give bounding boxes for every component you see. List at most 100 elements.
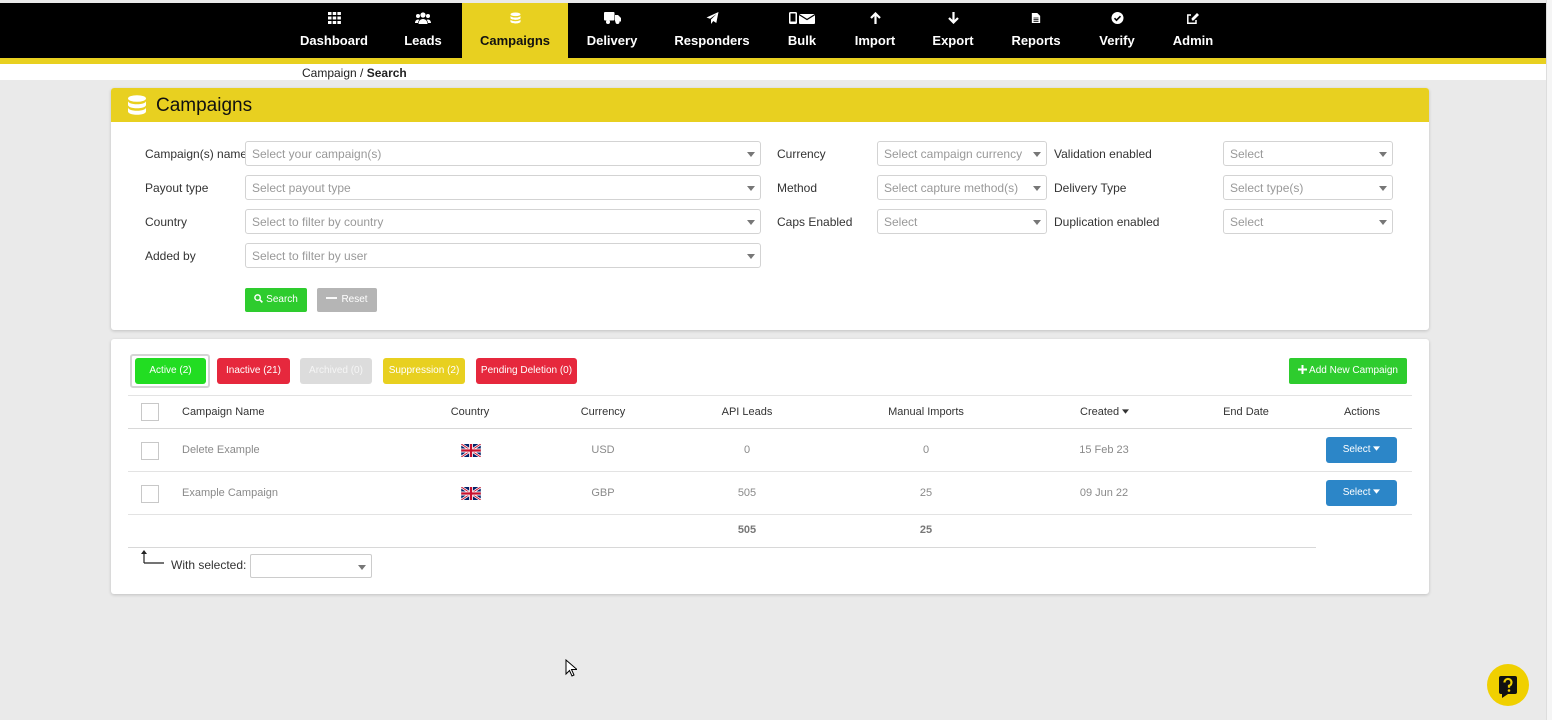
users-icon xyxy=(393,12,453,24)
payout-type-select[interactable]: Select payout type xyxy=(245,175,761,200)
delivery-type-label: Delivery Type xyxy=(1054,181,1127,195)
nav-dashboard[interactable]: Dashboard xyxy=(294,3,374,58)
caret-down-icon xyxy=(1373,446,1381,451)
nav-admin[interactable]: Admin xyxy=(1166,3,1220,58)
nav-label: Campaigns xyxy=(479,33,551,48)
chevron-down-icon xyxy=(747,220,755,225)
tab-active[interactable]: Active (2) xyxy=(135,358,206,384)
chevron-down-icon xyxy=(747,186,755,191)
api-leads-cell: 0 xyxy=(743,444,751,456)
header-country[interactable]: Country xyxy=(430,406,510,418)
placeholder: Select campaign currency xyxy=(884,147,1023,161)
panel-header: Campaigns xyxy=(111,88,1429,122)
country-select[interactable]: Select to filter by country xyxy=(245,209,761,234)
duplication-enabled-select[interactable]: Select xyxy=(1223,209,1393,234)
campaign-name-label: Campaign(s) name xyxy=(145,147,248,161)
page-scrollbar[interactable] xyxy=(1546,0,1552,720)
placeholder: Select xyxy=(1230,215,1264,229)
chevron-down-icon xyxy=(1379,220,1387,225)
truck-icon xyxy=(580,12,644,24)
tab-inactive[interactable]: Inactive (21) xyxy=(217,358,290,384)
arrow-up-icon xyxy=(850,11,900,24)
search-button[interactable]: Search xyxy=(245,288,307,312)
validation-enabled-label: Validation enabled xyxy=(1054,147,1152,161)
chevron-down-icon xyxy=(358,565,366,570)
header-api-leads[interactable]: API Leads xyxy=(707,406,787,418)
caps-enabled-label: Caps Enabled xyxy=(777,215,853,229)
header-campaign-name[interactable]: Campaign Name xyxy=(182,406,265,418)
add-new-campaign-button[interactable]: Add New Campaign xyxy=(1289,358,1407,384)
mobile-envelope-icon xyxy=(780,12,824,24)
header-created[interactable]: Created xyxy=(1080,406,1130,418)
row-checkbox[interactable] xyxy=(141,485,159,503)
help-chat-button[interactable] xyxy=(1487,664,1529,706)
chevron-down-icon xyxy=(1033,186,1041,191)
row-actions-label: Select xyxy=(1342,444,1371,455)
arrow-down-icon xyxy=(928,12,978,25)
nav-import[interactable]: Import xyxy=(850,3,900,58)
row-actions-select-button[interactable]: Select xyxy=(1326,480,1397,506)
manual-imports-cell: 25 xyxy=(919,487,933,499)
placeholder: Select payout type xyxy=(252,181,351,195)
uk-flag-icon xyxy=(461,487,481,500)
currency-cell: GBP xyxy=(591,487,615,499)
header-created-label: Created xyxy=(1080,406,1120,418)
breadcrumb-current: Search xyxy=(366,66,407,80)
campaign-name-cell[interactable]: Delete Example xyxy=(182,444,260,456)
tab-pending-deletion[interactable]: Pending Deletion (0) xyxy=(476,358,577,384)
currency-cell: USD xyxy=(591,444,615,456)
breadcrumb: Campaign / Search xyxy=(302,66,407,80)
nav-campaigns[interactable]: Campaigns xyxy=(462,3,568,58)
paper-plane-icon xyxy=(670,12,754,24)
help-icon xyxy=(1499,676,1517,698)
with-selected-select[interactable] xyxy=(250,554,372,578)
row-checkbox[interactable] xyxy=(141,442,159,460)
currency-select[interactable]: Select campaign currency xyxy=(877,141,1047,166)
header-manual-imports[interactable]: Manual Imports xyxy=(876,406,976,418)
caps-enabled-select[interactable]: Select xyxy=(877,209,1047,234)
tab-suppression[interactable]: Suppression (2) xyxy=(383,358,465,384)
nav-delivery[interactable]: Delivery xyxy=(580,3,644,58)
total-manual-imports: 25 xyxy=(919,524,933,536)
uk-flag-icon xyxy=(461,444,481,457)
divider xyxy=(128,395,1412,396)
page-title: Campaigns xyxy=(156,95,253,116)
chevron-down-icon xyxy=(1379,152,1387,157)
nav-responders[interactable]: Responders xyxy=(670,3,754,58)
country-label: Country xyxy=(145,215,188,229)
delivery-type-select[interactable]: Select type(s) xyxy=(1223,175,1393,200)
placeholder: Select your campaign(s) xyxy=(252,147,382,161)
mouse-cursor-icon xyxy=(565,659,577,677)
api-leads-cell: 505 xyxy=(737,487,757,499)
validation-enabled-select[interactable]: Select xyxy=(1223,141,1393,166)
select-all-checkbox[interactable] xyxy=(141,403,159,421)
campaign-name-select[interactable]: Select your campaign(s) xyxy=(245,141,761,166)
search-icon xyxy=(254,294,264,303)
nav-label: Delivery xyxy=(586,33,638,48)
chevron-down-icon xyxy=(1033,152,1041,157)
total-api-leads: 505 xyxy=(737,524,757,536)
database-icon xyxy=(128,95,146,115)
header-currency[interactable]: Currency xyxy=(563,406,643,418)
nav-verify[interactable]: Verify xyxy=(1092,3,1142,58)
divider xyxy=(128,514,1412,515)
reset-button[interactable]: Reset xyxy=(317,288,377,312)
added-by-select[interactable]: Select to filter by user xyxy=(245,243,761,268)
currency-label: Currency xyxy=(777,147,826,161)
campaign-name-cell[interactable]: Example Campaign xyxy=(182,487,278,499)
header-end-date[interactable]: End Date xyxy=(1206,406,1286,418)
payout-type-label: Payout type xyxy=(145,181,209,195)
caret-down-icon xyxy=(1373,489,1381,494)
tab-archived[interactable]: Archived (0) xyxy=(300,358,372,384)
method-select[interactable]: Select capture method(s) xyxy=(877,175,1047,200)
nav-bulk[interactable]: Bulk xyxy=(780,3,824,58)
nav-label: Dashboard xyxy=(300,33,368,48)
nav-export[interactable]: Export xyxy=(928,3,978,58)
created-cell: 15 Feb 23 xyxy=(1079,444,1129,456)
divider xyxy=(128,428,1412,429)
nav-leads[interactable]: Leads xyxy=(393,3,453,58)
reset-button-label: Reset xyxy=(341,294,368,305)
nav-reports[interactable]: Reports xyxy=(1008,3,1064,58)
row-actions-select-button[interactable]: Select xyxy=(1326,437,1397,463)
breadcrumb-parent[interactable]: Campaign xyxy=(302,66,357,80)
